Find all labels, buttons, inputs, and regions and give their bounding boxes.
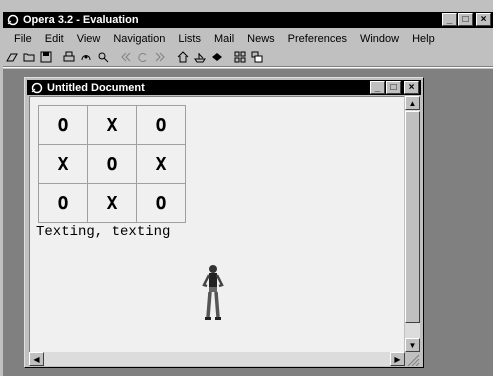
board-cell: O <box>38 183 88 223</box>
scroll-right-arrow-icon[interactable]: ▶ <box>390 352 405 366</box>
page-text: Texting, texting <box>36 224 171 240</box>
open-icon[interactable] <box>3 49 20 65</box>
menu-edit[interactable]: Edit <box>38 31 70 47</box>
tic-tac-toe-board: O X O X O X O X O <box>38 105 186 223</box>
board-cell: X <box>136 144 186 184</box>
menu-lists[interactable]: Lists <box>171 31 207 47</box>
tile-icon[interactable] <box>231 49 248 65</box>
board-cell: O <box>38 105 88 145</box>
print-icon[interactable] <box>60 49 77 65</box>
page-content: O X O X O X O X O Texting, texting <box>29 96 404 352</box>
document-titlebar[interactable]: Untitled Document _ □ × <box>27 80 421 95</box>
menu-help[interactable]: Help <box>405 31 441 47</box>
minimize-button[interactable]: _ <box>442 13 457 26</box>
find-icon[interactable] <box>94 49 111 65</box>
board-cell: O <box>87 144 137 184</box>
scroll-left-arrow-icon[interactable]: ◀ <box>29 352 44 366</box>
person-image <box>202 265 224 320</box>
board-cell: X <box>87 183 137 223</box>
board-cell: X <box>87 105 137 145</box>
folder-icon[interactable] <box>20 49 37 65</box>
opera-logo-icon <box>6 13 20 27</box>
resize-grip-icon[interactable] <box>405 352 420 367</box>
board-cell: O <box>136 105 186 145</box>
app-title: Opera 3.2 - Evaluation <box>23 14 139 26</box>
back-icon[interactable] <box>117 49 134 65</box>
scroll-down-arrow-icon[interactable]: ▼ <box>405 338 420 352</box>
menu-navigation[interactable]: Navigation <box>106 31 171 47</box>
document-icon <box>30 81 44 95</box>
vertical-scrollbar[interactable]: ▲ ▼ <box>405 96 420 352</box>
doc-maximize-button[interactable]: □ <box>386 81 401 94</box>
toolbar-divider <box>3 66 493 68</box>
menu-mail[interactable]: Mail <box>207 31 240 47</box>
close-button[interactable]: × <box>476 13 491 26</box>
maximize-button[interactable]: □ <box>458 13 473 26</box>
board-cell: X <box>38 144 88 184</box>
forward-icon[interactable] <box>151 49 168 65</box>
opera-app-window: Opera 3.2 - Evaluation _ □ × File Edit V… <box>0 0 493 376</box>
app-titlebar[interactable]: Opera 3.2 - Evaluation _ □ × <box>3 12 493 28</box>
board-cell: O <box>136 183 186 223</box>
menu-window[interactable]: Window <box>353 31 405 47</box>
toolbar <box>3 48 265 66</box>
ship-icon[interactable] <box>191 49 208 65</box>
reload-icon[interactable] <box>134 49 151 65</box>
vertical-scroll-thumb[interactable] <box>405 111 420 323</box>
horizontal-scrollbar[interactable]: ◀ ▶ <box>29 352 405 366</box>
document-title: Untitled Document <box>47 81 145 94</box>
menu-news[interactable]: News <box>240 31 281 47</box>
home-icon[interactable] <box>174 49 191 65</box>
menu-preferences[interactable]: Preferences <box>281 31 353 47</box>
eye-icon[interactable] <box>208 49 225 65</box>
doc-close-button[interactable]: × <box>404 81 419 94</box>
menu-file[interactable]: File <box>3 31 38 47</box>
scroll-up-arrow-icon[interactable]: ▲ <box>405 96 420 110</box>
menu-view[interactable]: View <box>70 31 107 47</box>
save-icon[interactable] <box>37 49 54 65</box>
document-window: Untitled Document _ □ × O X O X O X O X … <box>24 77 424 368</box>
doc-minimize-button[interactable]: _ <box>370 81 385 94</box>
cascade-icon[interactable] <box>248 49 265 65</box>
menu-bar: File Edit View Navigation Lists Mail New… <box>3 31 441 47</box>
hotlist-icon[interactable] <box>77 49 94 65</box>
